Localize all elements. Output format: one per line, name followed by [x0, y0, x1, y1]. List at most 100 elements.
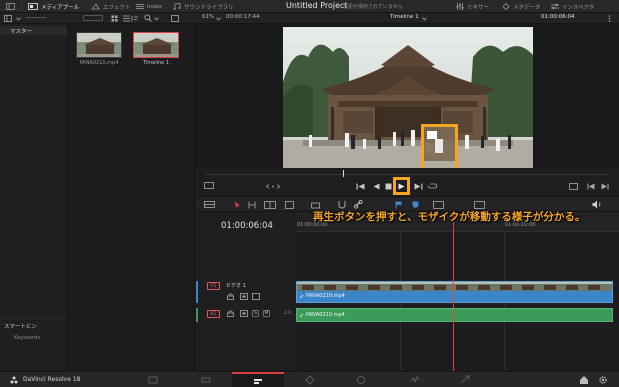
video-clip-name: PANA0210.mp4	[306, 293, 345, 299]
mixer-icon	[456, 3, 464, 10]
audio-lock-icon[interactable]	[227, 310, 234, 317]
match-frame-icon[interactable]	[569, 183, 578, 190]
viewer-header-bar: 61% 00:00:17:44 Timeline 1 01:00:06:04	[0, 13, 619, 24]
media-page-icon[interactable]	[148, 375, 158, 385]
master-bin-label: マスター	[10, 29, 33, 35]
color-page-icon[interactable]	[356, 375, 366, 385]
workspace-toggle-button[interactable]	[6, 0, 15, 13]
timeline-selector[interactable]: Timeline 1	[390, 14, 419, 20]
zoom-custom-icon[interactable]	[474, 201, 485, 209]
fusion-page-icon[interactable]	[305, 375, 315, 385]
bin-list-icon[interactable]	[4, 15, 12, 22]
sort-icon[interactable]	[131, 15, 138, 22]
cut-page-icon[interactable]	[201, 375, 211, 385]
snapping-magnet-icon[interactable]	[338, 200, 346, 209]
step-arrows-icon[interactable]	[266, 184, 280, 189]
project-title: Untitled Project	[286, 1, 348, 10]
media-pool-icon	[28, 3, 38, 10]
keywords-smart-bin[interactable]: Keywords	[14, 335, 40, 341]
linked-selection-icon[interactable]	[354, 200, 363, 209]
audio-level: 2.0	[284, 311, 292, 316]
flag-icon[interactable]	[395, 201, 404, 209]
video-track-color-strip	[196, 281, 198, 303]
stop-icon[interactable]	[385, 183, 392, 190]
clip-thumbnail[interactable]	[76, 32, 122, 58]
chevron-down-icon[interactable]	[16, 17, 21, 21]
insert-clip-icon[interactable]	[311, 201, 320, 209]
video-track-tag[interactable]: V1	[207, 282, 220, 290]
link-clip-icon	[299, 294, 304, 299]
unsaved-status: 変更が保存されていません	[343, 4, 403, 10]
media-pool-button[interactable]: メディアプール	[28, 0, 79, 13]
timeline-chevron-icon[interactable]	[422, 17, 427, 21]
index-button[interactable]: Index	[136, 0, 162, 13]
go-to-start-icon[interactable]	[356, 183, 365, 190]
smart-bins-header: スマートビン	[4, 324, 37, 330]
effects-icon	[91, 3, 100, 10]
timeline-name-label: Timeline 1	[142, 60, 170, 66]
zoom-chevron-icon[interactable]	[216, 17, 221, 21]
mute-button[interactable]: M	[263, 310, 270, 317]
metadata-button[interactable]: メタデータ	[502, 0, 541, 13]
bin-list-panel: マスター スマートビン Keywords	[0, 24, 68, 371]
playhead[interactable]	[453, 220, 454, 371]
thumbnail-size-slider[interactable]	[26, 17, 46, 18]
page-navigation-bar: DaVinci Resolve 18	[0, 371, 619, 387]
next-edit-icon[interactable]	[601, 183, 609, 190]
mixer-button[interactable]: ミキサー	[456, 0, 489, 13]
selection-arrow-icon[interactable]	[234, 201, 241, 209]
auto-select-icon[interactable]	[240, 293, 248, 300]
timeline-thumbnail[interactable]	[133, 32, 179, 58]
video-clip[interactable]: PANA0210.mp4	[296, 281, 613, 303]
audio-auto-select-icon[interactable]	[240, 310, 248, 317]
blade-tool-icon[interactable]	[285, 201, 294, 209]
track-visibility-icon[interactable]	[252, 293, 260, 300]
effects-label: エフェクト	[103, 4, 131, 11]
clip-name-label: PANA0210.mp4	[79, 60, 119, 66]
go-to-end-icon[interactable]	[414, 183, 423, 190]
media-pool-label: メディアプール	[41, 4, 80, 11]
jog-position-marker[interactable]	[343, 170, 344, 177]
loop-icon[interactable]	[428, 182, 437, 190]
inspector-button[interactable]: インスペクタ	[551, 0, 594, 13]
previous-edit-icon[interactable]	[587, 183, 595, 190]
timeline-track-area: PANA0210.mp4 PANA0210.mp4	[296, 232, 619, 371]
metadata-icon	[502, 3, 510, 10]
audio-volume-icon[interactable]	[592, 200, 603, 209]
zoom-full-icon[interactable]	[433, 201, 444, 209]
davinci-logo-icon	[10, 376, 18, 384]
fairlight-page-icon[interactable]	[410, 375, 420, 385]
zoom-slider-track[interactable]	[83, 15, 103, 21]
audio-track-tag[interactable]: A1	[207, 310, 220, 318]
audio-clip[interactable]: PANA0210.mp4	[296, 308, 613, 322]
music-note-icon	[173, 3, 181, 10]
lock-track-icon[interactable]	[227, 293, 234, 300]
master-bin-item[interactable]: マスター	[0, 26, 67, 35]
dynamic-trim-icon[interactable]	[264, 201, 276, 209]
edit-page-icon	[254, 379, 262, 384]
deliver-page-icon[interactable]	[460, 375, 470, 385]
sound-library-button[interactable]: サウンドライブラリ	[173, 0, 234, 13]
marker-icon[interactable]	[412, 201, 421, 209]
more-options-icon[interactable]	[607, 15, 612, 22]
play-reverse-icon[interactable]	[373, 183, 380, 190]
search-icon[interactable]	[144, 14, 152, 22]
jog-bar[interactable]	[206, 174, 608, 175]
home-icon[interactable]	[579, 375, 589, 385]
grid-view-icon[interactable]	[111, 15, 118, 22]
audio-clip-name: PANA0210.mp4	[306, 312, 345, 318]
effects-button[interactable]: エフェクト	[91, 0, 131, 13]
index-label: Index	[147, 3, 163, 10]
search-options-chevron-icon[interactable]	[154, 17, 159, 21]
play-icon[interactable]	[398, 183, 405, 190]
viewer-layout-icon[interactable]	[171, 15, 179, 22]
trim-tool-icon[interactable]	[248, 201, 256, 209]
solo-button[interactable]: S	[252, 310, 259, 317]
timeline-view-options-icon[interactable]	[204, 201, 215, 208]
edit-page-tab[interactable]	[232, 372, 284, 387]
video-track-name[interactable]: ビデオ 1	[226, 282, 246, 289]
viewer-options-icon[interactable]	[204, 182, 214, 190]
viewer-zoom-level[interactable]: 61%	[202, 14, 214, 20]
settings-gear-icon[interactable]	[598, 375, 608, 385]
list-view-icon[interactable]	[123, 15, 130, 22]
